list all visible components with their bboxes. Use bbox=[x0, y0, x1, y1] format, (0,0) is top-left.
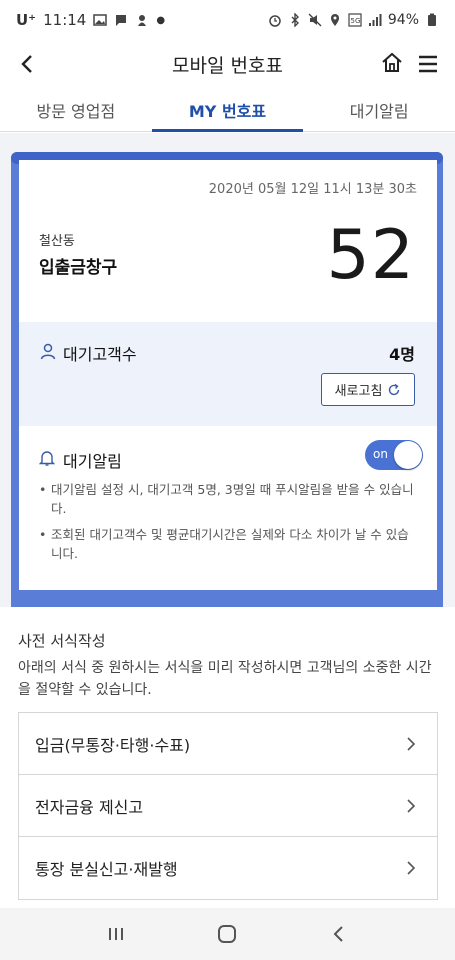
carrier-label: U⁺ bbox=[16, 11, 37, 29]
tab-my-ticket[interactable]: MY 번호표 bbox=[151, 88, 304, 132]
waiting-info-box: 대기고객수 4명 새로고침 bbox=[19, 322, 437, 426]
chevron-right-icon bbox=[407, 861, 416, 875]
tab-visit-branch[interactable]: 방문 영업점 bbox=[0, 88, 152, 131]
wait-alarm-label: 대기알림 bbox=[63, 452, 122, 471]
preform-item-label: 입금(무통장·타행·수표) bbox=[35, 735, 191, 755]
system-nav-bar bbox=[0, 908, 455, 960]
alarm-notes: 대기알림 설정 시, 대기고객 5명, 3명일 때 푸시알림을 받을 수 있습니… bbox=[39, 480, 419, 570]
toggle-knob bbox=[394, 441, 422, 469]
toggle-state-label: on bbox=[373, 447, 388, 461]
preform-list: 입금(무통장·타행·수표) 전자금융 제신고 통장 분실신고·재발행 bbox=[18, 712, 438, 900]
alarm-note: 조회된 대기고객수 및 평균대기시간은 실제와 다소 차이가 날 수 있습니다. bbox=[39, 525, 419, 563]
ticket-number: 52 bbox=[326, 216, 415, 295]
back-button-icon[interactable] bbox=[328, 923, 350, 945]
battery-percent: 94% bbox=[387, 12, 419, 28]
status-bar: U⁺ 11:14 ● 5G 94% bbox=[0, 0, 455, 40]
preform-description: 아래의 서식 중 원하시는 서식을 미리 작성하시면 고객님의 소중한 시간을 … bbox=[18, 660, 432, 698]
gallery-icon bbox=[93, 14, 108, 26]
refresh-icon bbox=[389, 383, 400, 395]
clock: 11:14 bbox=[43, 11, 87, 29]
branch-name: 철산동 bbox=[39, 234, 75, 249]
preform-title: 사전 서식작성 bbox=[18, 632, 106, 650]
chevron-right-icon bbox=[407, 799, 416, 813]
preform-item-label: 전자금융 제신고 bbox=[35, 797, 144, 817]
battery-icon bbox=[428, 13, 436, 26]
more-notifications-icon: ● bbox=[156, 14, 166, 26]
preform-item-deposit[interactable]: 입금(무통장·타행·수표) bbox=[19, 713, 437, 775]
number-ticket: 2020년 05월 12일 11시 13분 30초 철산동 입출금창구 52 대… bbox=[19, 160, 437, 590]
recent-apps-icon[interactable] bbox=[105, 923, 127, 945]
chevron-right-icon bbox=[407, 737, 416, 751]
preform-item-e-finance[interactable]: 전자금융 제신고 bbox=[19, 775, 437, 837]
app-header: 모바일 번호표 bbox=[0, 40, 455, 88]
bluetooth-icon bbox=[291, 13, 299, 27]
location-icon bbox=[330, 14, 339, 26]
hamburger-menu-icon[interactable] bbox=[415, 51, 441, 77]
alarm-clock-icon bbox=[269, 15, 281, 27]
preform-item-label: 통장 분실신고·재발행 bbox=[35, 860, 178, 879]
notification-app-icon bbox=[138, 15, 147, 26]
back-arrow-icon[interactable] bbox=[14, 50, 42, 78]
signal-icon bbox=[368, 14, 382, 26]
message-icon bbox=[116, 15, 127, 26]
tab-bar: 방문 영업점 MY 번호표 대기알림 bbox=[0, 88, 455, 132]
5g-icon: 5G bbox=[348, 13, 362, 27]
refresh-button[interactable]: 새로고침 bbox=[321, 373, 415, 406]
waiting-customers-count: 4명 bbox=[389, 345, 415, 364]
ticket-torn-edge bbox=[19, 574, 437, 587]
tab-wait-alarm[interactable]: 대기알림 bbox=[303, 88, 455, 131]
service-window: 입출금창구 bbox=[39, 258, 118, 278]
refresh-button-label: 새로고침 bbox=[334, 384, 383, 399]
issue-datetime: 2020년 05월 12일 11시 13분 30초 bbox=[208, 182, 417, 197]
alarm-note: 대기알림 설정 시, 대기고객 5명, 3명일 때 푸시알림을 받을 수 있습니… bbox=[39, 480, 419, 518]
preform-item-passbook-lost[interactable]: 통장 분실신고·재발행 bbox=[19, 837, 437, 899]
home-icon[interactable] bbox=[379, 50, 405, 76]
home-button-icon[interactable] bbox=[216, 923, 238, 945]
page-title: 모바일 번호표 bbox=[172, 54, 283, 77]
bell-icon bbox=[39, 451, 55, 466]
svg-text:5G: 5G bbox=[350, 17, 360, 25]
waiting-customers-label: 대기고객수 bbox=[63, 345, 137, 364]
wait-alarm-toggle[interactable]: on bbox=[365, 440, 423, 470]
mute-icon bbox=[308, 13, 322, 27]
person-icon bbox=[40, 343, 56, 360]
